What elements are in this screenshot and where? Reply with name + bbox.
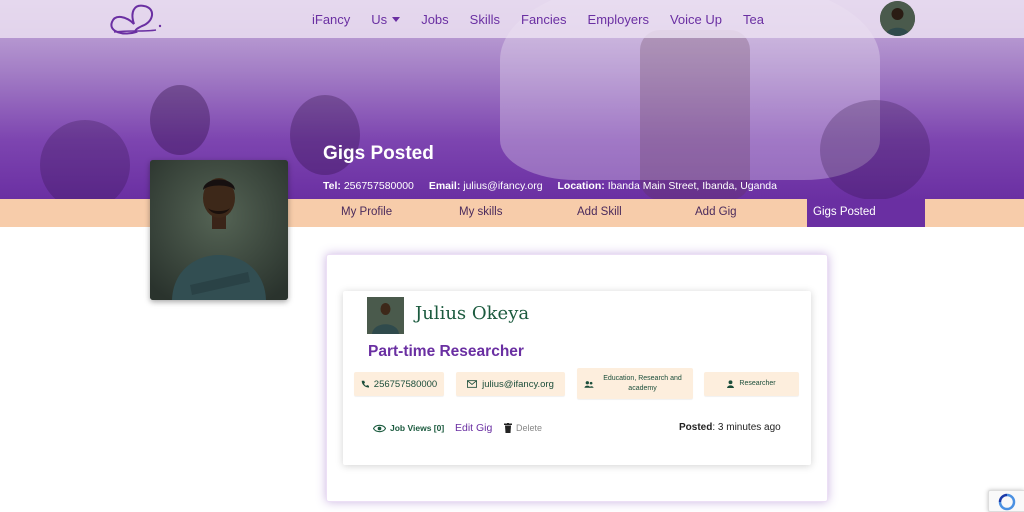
gig-title[interactable]: Part-time Researcher	[368, 343, 524, 361]
envelope-icon	[467, 380, 478, 388]
nav-item-fancies[interactable]: Fancies	[521, 12, 567, 27]
nav-item-tea[interactable]: Tea	[743, 12, 764, 27]
delete-link[interactable]: Delete	[504, 420, 542, 436]
category-chip: Education, Research and academy	[577, 368, 693, 399]
email-chip-value: julius@ifancy.org	[482, 378, 554, 390]
contact-info: Tel: 256757580000 Email: julius@ifancy.o…	[323, 180, 777, 192]
phone-value: 256757580000	[373, 378, 438, 390]
recaptcha-icon	[998, 493, 1016, 511]
tab-gigs-posted[interactable]: Gigs Posted	[807, 199, 925, 227]
posted-time: Posted: 3 minutes ago	[679, 422, 781, 433]
user-avatar[interactable]	[880, 1, 915, 36]
chevron-down-icon	[392, 16, 401, 22]
tel-label: Tel:	[323, 180, 341, 192]
email-label: Email:	[428, 180, 461, 192]
posted-label: Posted	[679, 422, 713, 433]
email-chip: julius@ifancy.org	[456, 372, 565, 396]
tab-add-gig[interactable]: Add Gig	[695, 199, 737, 227]
category-value: Education, Research and academy	[603, 374, 682, 392]
nav-item-us[interactable]: Us	[371, 12, 401, 27]
top-navbar: iFancy Us Jobs Skills Fancies Employers …	[0, 0, 1024, 38]
poster-avatar	[367, 297, 404, 334]
edit-gig-label[interactable]: Edit Gig	[455, 422, 492, 434]
eye-icon	[373, 424, 386, 432]
main-nav: iFancy Us Jobs Skills Fancies Employers …	[312, 0, 764, 38]
tab-add-skill[interactable]: Add Skill	[577, 199, 622, 227]
email-value: julius@ifancy.org	[463, 180, 543, 192]
trash-icon	[504, 423, 512, 433]
location-label: Location:	[557, 180, 605, 192]
nav-item-jobs[interactable]: Jobs	[421, 12, 448, 27]
recaptcha-badge[interactable]	[988, 490, 1024, 512]
butterfly-logo-icon[interactable]	[104, 2, 164, 36]
user-icon	[727, 380, 735, 388]
location-value: Ibanda Main Street, Ibanda, Uganda	[607, 180, 777, 192]
edit-gig-link[interactable]: Edit Gig	[455, 420, 492, 436]
nav-item-ifancy[interactable]: iFancy	[312, 12, 350, 27]
tel-value: 256757580000	[343, 180, 414, 192]
nav-item-employers[interactable]: Employers	[588, 12, 649, 27]
delete-label[interactable]: Delete	[516, 423, 542, 433]
job-views-label: Job Views [0]	[390, 423, 445, 433]
phone-icon	[361, 380, 369, 388]
profile-photo	[150, 160, 288, 300]
nav-item-voice-up[interactable]: Voice Up	[670, 12, 722, 27]
page-title: Gigs Posted	[323, 143, 434, 164]
poster-name: Julius Okeya	[415, 303, 530, 324]
job-views[interactable]: Job Views [0]	[373, 420, 444, 436]
phone-chip: 256757580000	[354, 372, 444, 396]
posted-value: : 3 minutes ago	[712, 422, 781, 433]
tab-my-skills[interactable]: My skills	[459, 199, 502, 227]
users-icon	[583, 380, 594, 388]
role-chip: Researcher	[704, 372, 799, 396]
tab-my-profile[interactable]: My Profile	[341, 199, 392, 227]
nav-item-skills[interactable]: Skills	[470, 12, 500, 27]
role-value: Researcher	[739, 380, 776, 387]
